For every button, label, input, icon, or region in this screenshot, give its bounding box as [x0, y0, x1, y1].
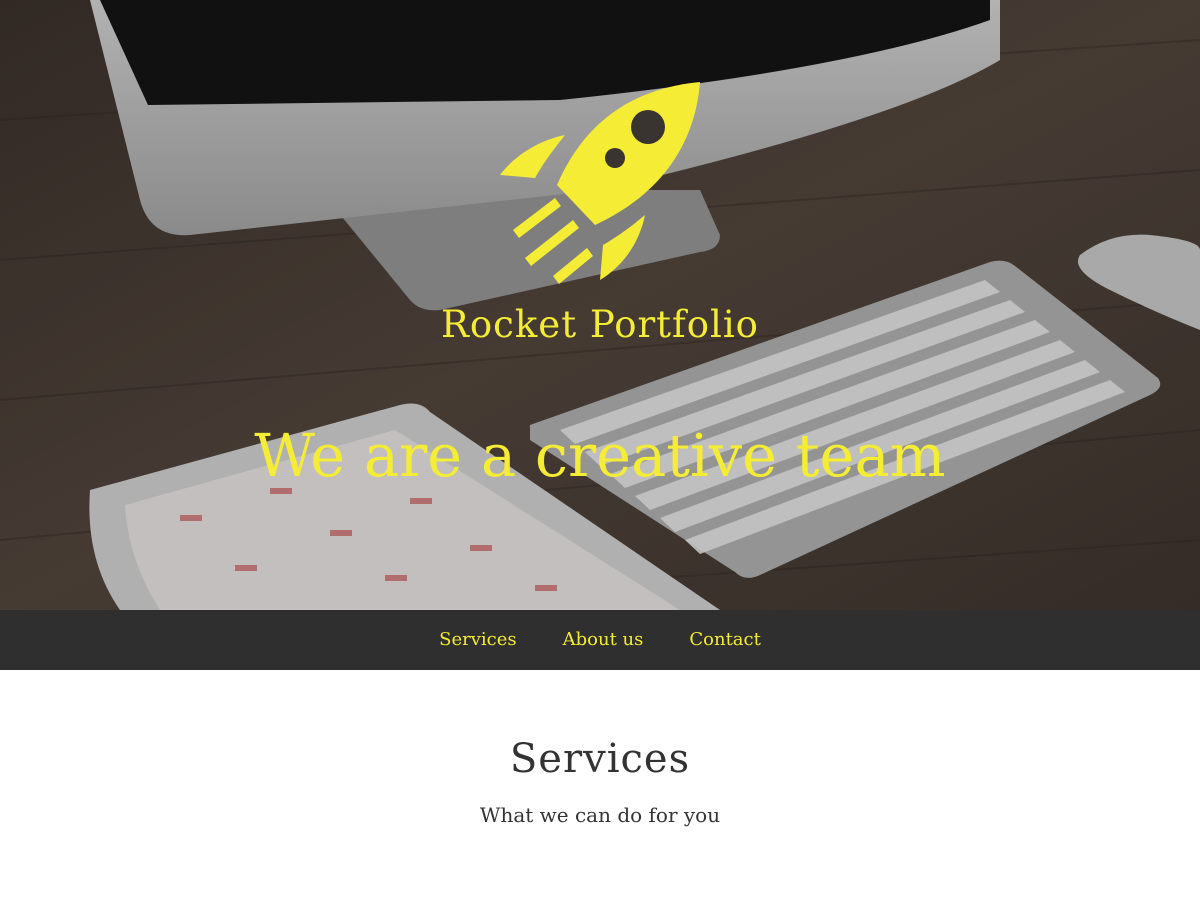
- site-title: Rocket Portfolio: [441, 303, 759, 346]
- nav-link-contact[interactable]: Contact: [689, 610, 760, 670]
- services-subtitle: What we can do for you: [479, 803, 721, 827]
- hero-section: Rocket Portfolio We are a creative team: [0, 0, 1200, 610]
- services-section: Services What we can do for you: [0, 670, 1200, 900]
- main-navbar: Services About us Contact: [0, 610, 1200, 670]
- services-title: Services: [509, 736, 691, 782]
- hero-tagline: We are a creative team: [254, 421, 946, 490]
- nav-link-about-us[interactable]: About us: [563, 610, 644, 670]
- rocket-icon[interactable]: [495, 80, 705, 285]
- nav-link-services[interactable]: Services: [439, 610, 516, 670]
